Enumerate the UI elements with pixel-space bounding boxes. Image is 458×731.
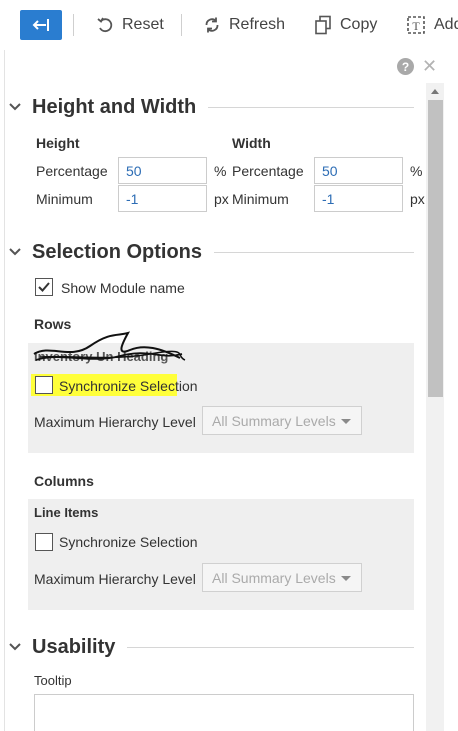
refresh-label: Refresh xyxy=(229,16,286,33)
refresh-button[interactable]: Refresh xyxy=(203,13,285,37)
rows-max-level-label: Maximum Hierarchy Level xyxy=(34,414,196,430)
section-selection-options-header[interactable]: Selection Options xyxy=(8,237,414,267)
rows-max-level-select[interactable]: All Summary Levels xyxy=(202,406,362,435)
section-usability-header[interactable]: Usability xyxy=(8,632,414,662)
show-module-name-label: Show Module name xyxy=(61,280,185,296)
add-text-button[interactable]: T Add xyxy=(406,13,458,37)
section-divider xyxy=(127,646,414,648)
chevron-down-icon xyxy=(9,643,21,651)
scribble-redaction xyxy=(33,331,186,361)
section-title: Selection Options xyxy=(32,240,203,263)
copy-button[interactable]: Copy xyxy=(314,13,377,37)
add-label: Add xyxy=(434,16,458,33)
rows-sync-selection-label: Synchronize Selection xyxy=(59,378,198,394)
width-percentage-unit: % xyxy=(410,163,423,179)
columns-max-level-label: Maximum Hierarchy Level xyxy=(34,571,196,587)
help-icon[interactable]: ? xyxy=(397,58,414,75)
columns-max-level-select[interactable]: All Summary Levels xyxy=(202,563,362,592)
height-heading: Height xyxy=(36,135,80,151)
section-divider xyxy=(214,251,414,253)
checkmark-icon xyxy=(38,282,50,292)
width-percentage-input[interactable]: 50 xyxy=(314,157,403,184)
caret-down-icon xyxy=(341,419,351,424)
panel-actions: ? ✕ xyxy=(397,57,437,75)
height-minimum-input[interactable]: -1 xyxy=(118,185,207,212)
width-heading: Width xyxy=(232,135,271,151)
height-percentage-label: Percentage xyxy=(36,163,108,179)
undo-icon xyxy=(97,17,113,33)
copy-label: Copy xyxy=(340,16,378,33)
width-minimum-unit: px xyxy=(410,191,425,207)
svg-text:T: T xyxy=(412,19,420,33)
tooltip-label: Tooltip xyxy=(34,673,72,688)
columns-heading: Columns xyxy=(34,473,94,489)
columns-sync-selection-checkbox[interactable] xyxy=(35,533,53,551)
refresh-icon xyxy=(205,17,219,33)
chevron-down-icon xyxy=(9,248,21,256)
columns-max-level-value: All Summary Levels xyxy=(212,569,336,586)
toolbar: Reset Refresh Copy T Add xyxy=(0,0,458,50)
rows-max-level-value: All Summary Levels xyxy=(212,412,336,429)
height-minimum-label: Minimum xyxy=(36,191,93,207)
columns-group-title: Line Items xyxy=(34,505,99,520)
scrollbar[interactable] xyxy=(426,83,444,731)
caret-down-icon xyxy=(341,576,351,581)
width-percentage-label: Percentage xyxy=(232,163,304,179)
show-module-name-checkbox[interactable] xyxy=(35,278,53,296)
section-height-width-header[interactable]: Height and Width xyxy=(8,92,414,122)
width-minimum-label: Minimum xyxy=(232,191,289,207)
reset-button[interactable]: Reset xyxy=(96,13,164,37)
height-percentage-unit: % xyxy=(214,163,227,179)
rows-sync-selection-checkbox[interactable] xyxy=(35,376,53,394)
scroll-up-arrow-icon[interactable] xyxy=(426,83,444,99)
scroll-thumb[interactable] xyxy=(428,100,443,397)
columns-sync-selection-label: Synchronize Selection xyxy=(59,534,198,550)
width-minimum-input[interactable]: -1 xyxy=(314,185,403,212)
tooltip-textarea[interactable] xyxy=(34,694,414,731)
toolbar-divider xyxy=(73,14,74,36)
close-icon[interactable]: ✕ xyxy=(422,57,437,75)
toolbar-divider xyxy=(181,14,182,36)
collapse-button[interactable] xyxy=(20,10,62,40)
reset-label: Reset xyxy=(122,16,164,33)
height-percentage-input[interactable]: 50 xyxy=(118,157,207,184)
section-title: Height and Width xyxy=(32,95,197,118)
collapse-arrow-icon xyxy=(32,19,49,31)
copy-icon xyxy=(315,15,331,35)
height-minimum-unit: px xyxy=(214,191,229,207)
section-divider xyxy=(208,106,414,108)
section-title: Usability xyxy=(32,635,116,658)
text-box-icon: T xyxy=(407,16,425,34)
chevron-down-icon xyxy=(9,103,21,111)
